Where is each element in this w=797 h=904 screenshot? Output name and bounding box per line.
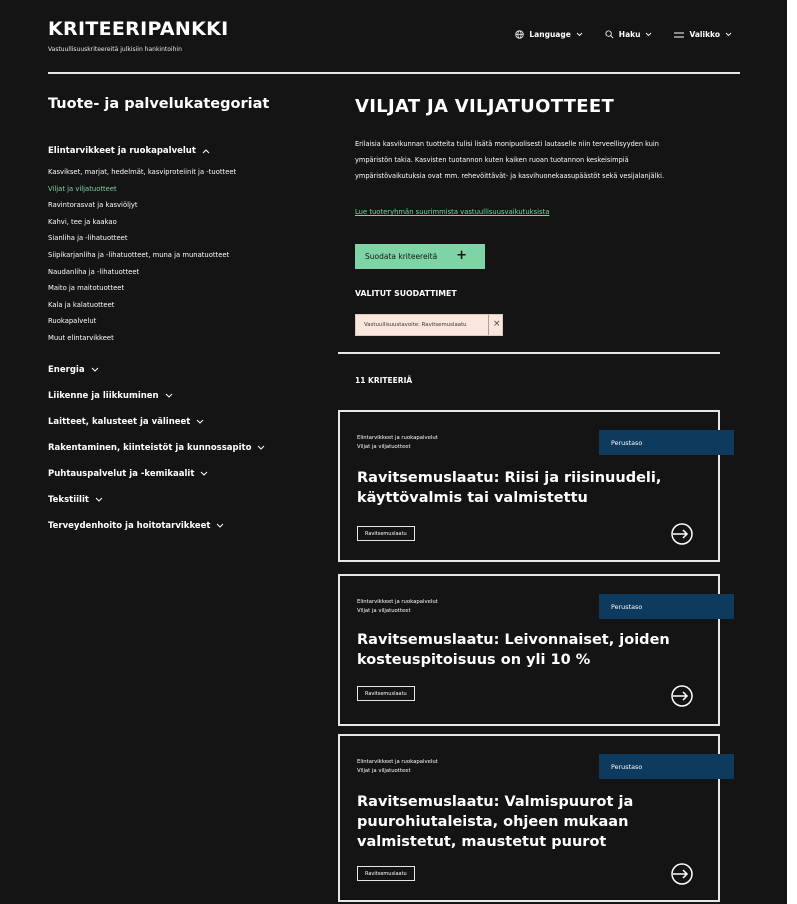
subcategory-item[interactable]: Siipikarjanliha ja -lihatuotteet, muna j… xyxy=(48,247,318,264)
language-menu[interactable]: Language xyxy=(515,30,583,39)
level-badge: Perustaso xyxy=(599,430,734,455)
card-category: Elintarvikkeet ja ruokapalvelut xyxy=(357,599,438,605)
filter-chip-label: Vastuullisuustavoite: Ravitsemuslaatu xyxy=(364,322,467,328)
intro-text: Erilaisia kasvikunnan tuotteita tulisi l… xyxy=(355,140,665,181)
section-divider xyxy=(338,352,720,354)
category-label: Laitteet, kalusteet ja välineet xyxy=(48,416,191,427)
category-toggle-textiles[interactable]: Tekstiilit xyxy=(48,487,318,513)
category-label: Rakentaminen, kiinteistöt ja kunnossapit… xyxy=(48,442,252,453)
subcategory-item[interactable]: Kahvi, tee ja kaakao xyxy=(48,214,318,231)
globe-icon xyxy=(515,30,525,39)
card-tag: Ravitsemuslaatu xyxy=(357,866,415,881)
chevron-down-icon xyxy=(91,367,98,372)
menu-icon xyxy=(674,32,685,37)
category-sidebar: Tuote- ja palvelukategoriat Elintarvikke… xyxy=(48,96,318,539)
site-header: KRITEERIPANKKI Vastuullisuuskriteereitä … xyxy=(48,18,740,74)
impacts-link[interactable]: Lue tuoteryhmän suurimmista vastuullisuu… xyxy=(355,208,549,216)
close-icon[interactable]: × xyxy=(493,319,501,329)
chevron-down-icon xyxy=(165,393,172,398)
category-toggle-energy[interactable]: Energia xyxy=(48,357,318,383)
card-subcategory: Viljat ja viljatuotteet xyxy=(357,607,411,614)
search-menu[interactable]: Haku xyxy=(605,30,653,39)
card-title[interactable]: Ravitsemuslaatu: Valmispuurot ja puurohi… xyxy=(357,792,702,852)
card-category: Elintarvikkeet ja ruokapalvelut xyxy=(357,759,438,765)
arrow-right-icon[interactable] xyxy=(670,862,694,886)
category-toggle-healthcare[interactable]: Terveydenhoito ja hoitotarvikkeet xyxy=(48,513,318,539)
page: KRITEERIPANKKI Vastuullisuuskriteereitä … xyxy=(0,0,787,904)
site-logo-subtitle: Vastuullisuuskriteereitä julkisiin hanki… xyxy=(48,46,182,53)
criteria-card[interactable]: Elintarvikkeet ja ruokapalvelut Viljat j… xyxy=(338,410,734,562)
subcategory-item[interactable]: Naudanliha ja -lihatuotteet xyxy=(48,264,318,281)
criteria-count: 11 KRITEERIÄ xyxy=(355,376,413,385)
card-subcategory: Viljat ja viljatuotteet xyxy=(357,443,411,450)
category-toggle-equipment[interactable]: Laitteet, kalusteet ja välineet xyxy=(48,409,318,435)
selected-filters-heading: VALITUT SUODATTIMET xyxy=(355,289,457,298)
criteria-card[interactable]: Elintarvikkeet ja ruokapalvelut Viljat j… xyxy=(338,574,734,726)
chevron-down-icon xyxy=(201,471,208,476)
subcategory-item[interactable]: Muut elintarvikkeet xyxy=(48,330,318,347)
card-breadcrumb: Elintarvikkeet ja ruokapalvelut Viljat j… xyxy=(357,598,438,615)
card-title[interactable]: Ravitsemuslaatu: Riisi ja riisinuudeli, … xyxy=(357,468,702,508)
chevron-up-icon xyxy=(202,149,210,154)
active-filter-chip: Vastuullisuustavoite: Ravitsemuslaatu × xyxy=(355,314,503,336)
category-toggle-food[interactable]: Elintarvikkeet ja ruokapalvelut xyxy=(48,142,318,160)
subcategory-item[interactable]: Kasvikset, marjat, hedelmät, kasviprotei… xyxy=(48,164,318,181)
category-label: Elintarvikkeet ja ruokapalvelut xyxy=(48,146,196,156)
category-toggle-traffic[interactable]: Liikenne ja liikkuminen xyxy=(48,383,318,409)
chevron-down-icon xyxy=(95,497,103,502)
subcategory-item[interactable]: Sianliha ja -lihatuotteet xyxy=(48,230,318,247)
arrow-right-icon[interactable] xyxy=(670,522,694,546)
search-label: Haku xyxy=(618,30,641,39)
card-tag: Ravitsemuslaatu xyxy=(357,686,415,701)
card-category: Elintarvikkeet ja ruokapalvelut xyxy=(357,435,438,441)
sidebar-title: Tuote- ja palvelukategoriat xyxy=(48,96,270,112)
search-icon xyxy=(605,30,614,39)
card-breadcrumb: Elintarvikkeet ja ruokapalvelut Viljat j… xyxy=(357,434,438,451)
language-label: Language xyxy=(529,30,571,39)
subcategory-item-active[interactable]: Viljat ja viljatuotteet xyxy=(48,181,318,198)
card-subcategory: Viljat ja viljatuotteet xyxy=(357,767,411,774)
category-label: Tekstiilit xyxy=(48,494,89,505)
arrow-right-icon[interactable] xyxy=(670,684,694,708)
category-label: Energia xyxy=(48,364,85,375)
category-label: Liikenne ja liikkuminen xyxy=(48,390,159,401)
card-tag: Ravitsemuslaatu xyxy=(357,526,415,541)
header-nav: Language Haku Valikko xyxy=(515,30,732,39)
chevron-down-icon xyxy=(197,419,204,424)
menu-label: Valikko xyxy=(689,30,720,39)
category-label: Puhtauspalvelut ja -kemikaalit xyxy=(48,468,195,479)
level-badge: Perustaso xyxy=(599,594,734,619)
chevron-down-icon xyxy=(258,445,265,450)
subcategory-list: Kasvikset, marjat, hedelmät, kasviprotei… xyxy=(48,164,318,347)
filter-criteria-button[interactable]: Suodata kriteereitä + xyxy=(355,244,485,269)
category-toggle-construction[interactable]: Rakentaminen, kiinteistöt ja kunnossapit… xyxy=(48,435,318,461)
subcategory-item[interactable]: Ravintorasvat ja kasviöljyt xyxy=(48,197,318,214)
category-toggle-cleaning[interactable]: Puhtauspalvelut ja -kemikaalit xyxy=(48,461,318,487)
chevron-down-icon xyxy=(217,523,224,528)
chip-divider xyxy=(488,315,489,335)
chevron-down-icon xyxy=(576,32,583,37)
card-title[interactable]: Ravitsemuslaatu: Leivonnaiset, joiden ko… xyxy=(357,630,702,670)
page-title: VILJAT JA VILJATUOTTEET xyxy=(355,96,615,117)
subcategory-item[interactable]: Ruokapalvelut xyxy=(48,313,318,330)
subcategory-item[interactable]: Kala ja kalatuotteet xyxy=(48,297,318,314)
card-breadcrumb: Elintarvikkeet ja ruokapalvelut Viljat j… xyxy=(357,758,438,775)
site-logo-title[interactable]: KRITEERIPANKKI xyxy=(48,18,229,40)
level-badge: Perustaso xyxy=(599,754,734,779)
chevron-down-icon xyxy=(725,32,732,37)
subcategory-item[interactable]: Maito ja maitotuotteet xyxy=(48,280,318,297)
main-menu[interactable]: Valikko xyxy=(674,30,732,39)
category-label: Terveydenhoito ja hoitotarvikkeet xyxy=(48,520,211,531)
chevron-down-icon xyxy=(646,32,652,37)
plus-icon: + xyxy=(456,248,467,263)
criteria-card[interactable]: Elintarvikkeet ja ruokapalvelut Viljat j… xyxy=(338,734,734,902)
filter-button-label: Suodata kriteereitä xyxy=(365,252,438,261)
